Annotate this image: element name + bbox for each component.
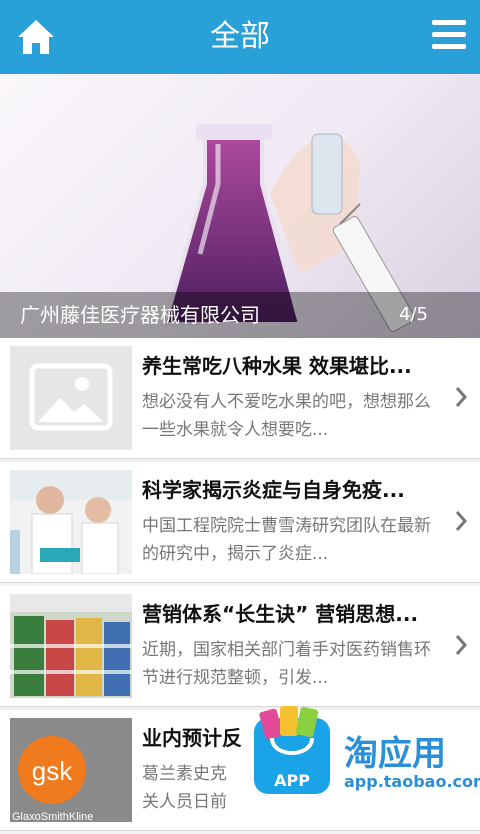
badge-site: app.taobao.com	[344, 772, 480, 791]
banner-caption-bar: 广州藤佳医疗器械有限公司 4/5	[0, 292, 480, 338]
chevron-right-icon	[455, 635, 468, 655]
article-title: 科学家揭示炎症与自身免疫...	[142, 478, 405, 502]
list-item[interactable]: 养生常吃八种水果 效果堪比... 想必没有人不爱吃水果的吧，想想那么一些水果就令…	[0, 338, 480, 459]
svg-text:APP: APP	[274, 771, 310, 790]
placeholder-image-icon	[10, 346, 132, 450]
pharmacy-shelves-image	[10, 594, 132, 698]
taobao-app-badge[interactable]: APP 淘应用 app.taobao.com	[244, 704, 480, 800]
article-title: 营销体系“长生诀” 营销思想...	[142, 602, 419, 626]
banner-slideshow[interactable]: 广州藤佳医疗器械有限公司 4/5	[0, 74, 480, 338]
badge-brand: 淘应用	[344, 734, 446, 774]
gsk-logo-image: gsk GlaxoSmithKline	[10, 718, 132, 822]
article-summary: 想必没有人不爱吃水果的吧，想想那么一些水果就令人想要吃...	[142, 392, 431, 440]
svg-text:gsk: gsk	[32, 756, 73, 786]
list-item[interactable]: 营销体系“长生诀” 营销思想... 近期，国家相关部门着手对医药销售环节进行规范…	[0, 586, 480, 707]
article-title: 养生常吃八种水果 效果堪比...	[142, 354, 412, 378]
chevron-right-icon	[455, 387, 468, 407]
article-summary: 近期，国家相关部门着手对医药销售环节进行规范整顿，引发...	[142, 640, 431, 688]
shopping-bag-icon: APP	[254, 706, 330, 794]
banner-caption: 广州藤佳医疗器械有限公司	[20, 303, 260, 327]
lab-photo-image	[10, 470, 132, 574]
page-title: 全部	[210, 19, 270, 54]
menu-icon[interactable]	[432, 20, 466, 54]
top-bar: 全部	[0, 0, 480, 74]
svg-text:GlaxoSmithKline: GlaxoSmithKline	[12, 811, 93, 822]
chevron-right-icon	[455, 511, 468, 531]
list-item[interactable]: 科学家揭示炎症与自身免疫... 中国工程院院士曹雪涛研究团队在最新的研究中，揭示…	[0, 462, 480, 583]
article-summary: 中国工程院院士曹雪涛研究团队在最新的研究中，揭示了炎症...	[142, 516, 431, 564]
banner-counter: 4/5	[399, 304, 428, 325]
